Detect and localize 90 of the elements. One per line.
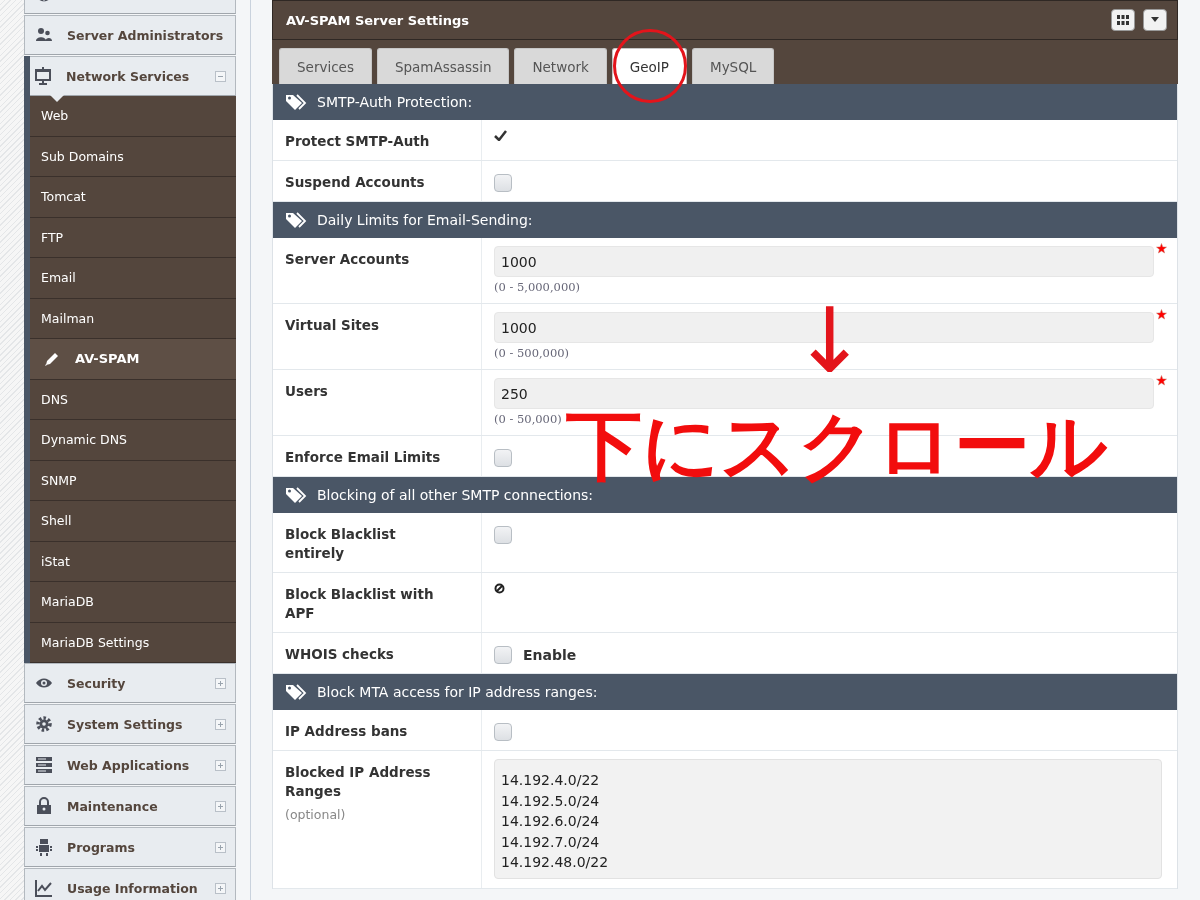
sidebar-item[interactable]: Server Administrators xyxy=(24,15,236,55)
sidebar-item-label: Security xyxy=(67,675,127,691)
robot-icon xyxy=(35,838,53,856)
checkbox-label: Enable xyxy=(523,647,577,663)
text-line: 14.192.6.0/24 xyxy=(501,812,601,831)
sidebar-subitem[interactable]: FTP xyxy=(30,217,236,258)
sidebar-item-label: Usage Information xyxy=(67,880,199,896)
line-chart-icon xyxy=(35,879,53,897)
tab[interactable]: Network xyxy=(514,48,607,84)
panel-title: AV-SPAM Server Settings xyxy=(286,12,470,28)
sidebar-item-label: Network Services xyxy=(66,68,191,84)
text-line: 14.192.48.0/22 xyxy=(501,853,610,872)
section-title: Daily Limits for Email-Sending: xyxy=(317,212,533,228)
sidebar-subitem[interactable]: Dynamic DNS xyxy=(30,420,236,461)
sidebar-item-label: Maintenance xyxy=(67,798,159,814)
field-label: Block Blacklist with APF xyxy=(285,585,435,623)
sidebar-item-label: Server Administrators xyxy=(67,27,225,43)
field-label: Block Blacklist entirely xyxy=(285,525,397,563)
lock-icon xyxy=(35,797,53,815)
expand-icon[interactable] xyxy=(215,759,226,771)
tab[interactable]: GeoIP xyxy=(611,48,687,84)
caret-icon xyxy=(1150,17,1160,23)
sidebar-item[interactable]: Usage Information xyxy=(24,868,236,900)
sidebar-item[interactable]: System Settings xyxy=(24,704,236,744)
sidebar-subitem[interactable]: Email xyxy=(30,258,236,299)
sidebar-subitem[interactable]: Web xyxy=(30,96,236,137)
field-label: Protect SMTP-Auth xyxy=(285,132,431,151)
grid-icon xyxy=(1117,15,1129,25)
expand-icon[interactable] xyxy=(215,800,226,812)
monitor-icon xyxy=(34,67,52,85)
field-label: WHOIS checks xyxy=(285,645,395,664)
sidebar-subitem[interactable]: Tomcat xyxy=(30,177,236,218)
sidebar-subitem[interactable]: iStat xyxy=(30,541,236,582)
pointer-icon xyxy=(50,95,64,102)
tab[interactable]: Services xyxy=(279,48,372,84)
field-label: Blocked IP Address Ranges xyxy=(285,763,432,801)
input-field[interactable]: 250 xyxy=(494,378,1154,409)
sidebar-subitem[interactable]: SNMP xyxy=(30,460,236,501)
field-label: Enforce Email Limits xyxy=(285,448,442,467)
sidebar-item[interactable]: Web Applications xyxy=(24,745,236,785)
checkbox[interactable] xyxy=(494,449,512,467)
expand-icon[interactable] xyxy=(215,882,226,894)
sidebar-subitem[interactable]: Sub Domains xyxy=(30,136,236,177)
checkbox[interactable] xyxy=(494,526,512,544)
sidebar-subitem[interactable]: Shell xyxy=(30,501,236,542)
sidebar-subitem[interactable]: DNS xyxy=(30,379,236,420)
tab[interactable]: SpamAssassin xyxy=(376,48,510,84)
sidebar-item[interactable]: Security xyxy=(24,663,236,703)
text-line: 14.192.4.0/22 xyxy=(501,771,601,790)
checkbox[interactable] xyxy=(494,646,512,664)
section-title: SMTP-Auth Protection: xyxy=(317,94,473,110)
tab[interactable]: MySQL xyxy=(692,48,775,84)
gear-icon xyxy=(35,715,53,733)
field-hint: (0 - 50,000) xyxy=(494,412,563,426)
sidebar-item[interactable]: Maintenance xyxy=(24,786,236,826)
checkbox[interactable] xyxy=(494,174,512,192)
input-field[interactable]: 1000 xyxy=(494,246,1154,277)
section-title: Blocking of all other SMTP connections: xyxy=(317,487,594,503)
collapse-icon[interactable] xyxy=(215,70,226,82)
field-label: Server Accounts xyxy=(285,250,411,269)
text-line: 14.192.5.0/24 xyxy=(501,791,601,811)
section-title: Block MTA access for IP address ranges: xyxy=(317,684,598,700)
expand-icon[interactable] xyxy=(215,677,226,689)
field-label: Users xyxy=(285,382,329,401)
text-area[interactable]: 14.192.4.0/22 14.192.5.0/24 14.192.6.0/24 14.192.7.0/24 14.192.48.0/22 xyxy=(494,759,1162,879)
tags-icon xyxy=(285,93,307,111)
pencil-icon xyxy=(44,350,60,367)
field-label: Suspend Accounts xyxy=(285,173,426,192)
dropdown-button[interactable] xyxy=(1143,9,1167,31)
field-hint: (0 - 500,000) xyxy=(494,346,571,360)
tags-icon xyxy=(285,486,307,504)
expand-icon[interactable] xyxy=(215,841,226,853)
field-label: Virtual Sites xyxy=(285,316,380,335)
sidebar-item-label: Web Applications xyxy=(67,757,191,773)
users-icon xyxy=(35,26,53,44)
tags-icon xyxy=(285,683,307,701)
expand-icon[interactable] xyxy=(215,718,226,730)
field-label: IP Address bans xyxy=(285,722,409,741)
sidebar-item-label: Programs xyxy=(67,839,136,855)
tags-icon xyxy=(285,211,307,229)
sidebar-item-label: System Settings xyxy=(67,716,184,732)
sidebar-subitem[interactable]: MariaDB xyxy=(30,582,236,623)
server-rack-icon xyxy=(35,756,53,774)
text-line: 14.192.7.0/24 xyxy=(501,832,601,852)
sidebar-subitem[interactable]: AV-SPAM xyxy=(30,339,236,380)
grid-button[interactable] xyxy=(1111,9,1135,31)
field-note: (optional) xyxy=(285,807,347,822)
field-hint: (0 - 5,000,000) xyxy=(494,280,581,294)
checkbox[interactable] xyxy=(494,723,512,741)
sidebar-item[interactable]: Programs xyxy=(24,827,236,867)
